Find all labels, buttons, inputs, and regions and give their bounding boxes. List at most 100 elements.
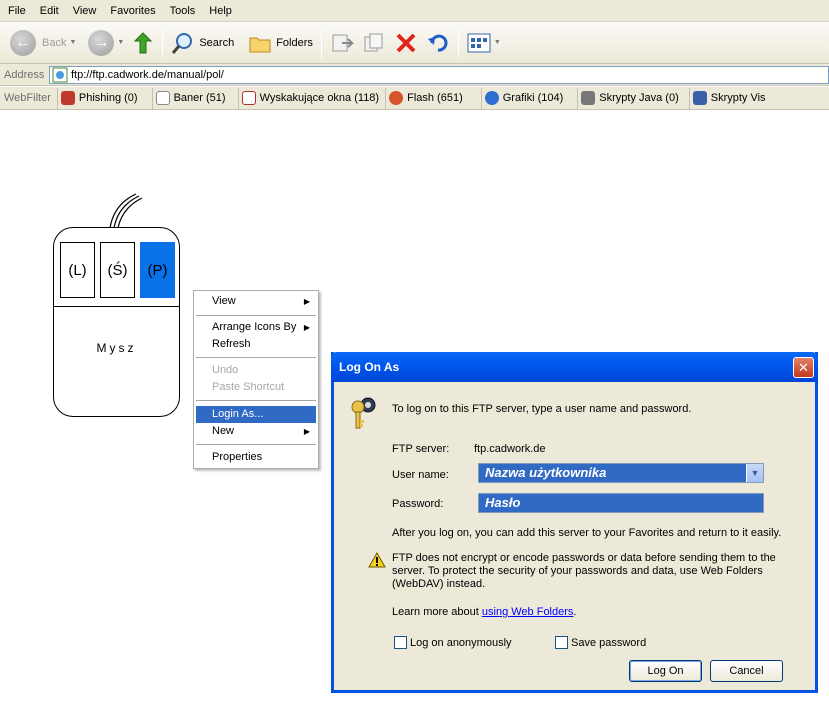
filter-java[interactable]: Skrypty Java (0) [577, 87, 684, 109]
menu-view[interactable]: View [65, 5, 103, 17]
filter-phishing[interactable]: Phishing (0) [56, 87, 144, 109]
delete-button[interactable] [390, 25, 422, 61]
close-button[interactable]: ✕ [793, 357, 814, 378]
context-menu: View ▶ Arrange Icons By ▶ Refresh Undo P… [193, 290, 319, 469]
chevron-down-icon: ▼ [493, 39, 501, 46]
shield-icon [60, 91, 75, 105]
mouse-right-button: (P) [140, 242, 175, 298]
address-input[interactable]: ftp://ftp.cadwork.de/manual/pol/ [49, 66, 829, 84]
toolbar-separator [162, 27, 164, 58]
warning-text-line1: FTP does not encrypt or encode passwords… [392, 552, 776, 564]
ctx-refresh[interactable]: Refresh [196, 336, 316, 353]
folders-icon [249, 37, 271, 52]
menu-tools[interactable]: Tools [162, 5, 202, 17]
cancel-button[interactable]: Cancel [710, 660, 783, 682]
mouse-label: Mysz [96, 341, 137, 355]
username-dropdown-button[interactable]: ▼ [746, 464, 763, 482]
close-icon: ✕ [798, 360, 809, 375]
warning-text-line3: (WebDAV) instead. [392, 578, 486, 590]
undo-button[interactable] [422, 25, 454, 61]
password-label: Password: [392, 498, 444, 510]
save-password-checkbox[interactable]: Save password [555, 636, 646, 649]
menu-file[interactable]: File [0, 5, 32, 17]
toolbar: ← Back ▼ → ▼ Search Folders ▼ [0, 22, 829, 64]
webfilter-bar: WebFilter Phishing (0) Baner (51) Wyskak… [0, 87, 829, 110]
menu-help[interactable]: Help [201, 5, 238, 17]
dialog-title: Log On As [339, 360, 400, 374]
views-icon [467, 33, 491, 52]
undo-icon [427, 34, 448, 52]
folders-button[interactable]: Folders [244, 25, 317, 61]
mouse-left-button: (L) [60, 242, 95, 298]
popup-blocked-icon [241, 91, 256, 105]
menu-bar: File Edit View Favorites Tools Help [0, 0, 829, 22]
mouse-divider [54, 306, 179, 307]
ctx-view[interactable]: View ▶ [196, 293, 316, 310]
warning-icon [368, 552, 386, 568]
chevron-down-icon: ▼ [750, 468, 760, 478]
flash-blocked-icon [389, 91, 404, 105]
mouse-diagram: (L) (Ś) (P) Mysz [53, 227, 180, 417]
ctx-paste-shortcut[interactable]: Paste Shortcut [196, 379, 316, 396]
copy-to-button[interactable] [358, 25, 390, 61]
search-button[interactable]: Search [167, 25, 238, 61]
anonymous-checkbox[interactable]: Log on anonymously [394, 636, 512, 649]
toolbar-separator [457, 27, 459, 58]
search-icon [172, 32, 193, 54]
ctx-separator [196, 357, 316, 358]
filter-images[interactable]: Grafiki (104) [480, 87, 570, 109]
up-button[interactable] [128, 25, 158, 61]
password-field[interactable]: Hasło [478, 493, 764, 513]
up-folder-icon [134, 31, 153, 53]
ctx-undo[interactable]: Undo [196, 362, 316, 379]
submenu-arrow-icon: ▶ [303, 427, 310, 436]
save-password-checkbox-box[interactable] [555, 636, 568, 649]
menu-edit[interactable]: Edit [32, 5, 65, 17]
back-arrow-icon: ← [10, 29, 36, 56]
ctx-arrange-icons[interactable]: Arrange Icons By ▶ [196, 319, 316, 336]
filter-flash[interactable]: Flash (651) [385, 87, 469, 109]
filter-popups[interactable]: Wyskakujące okna (118) [237, 87, 386, 109]
mouse-cable-icon [109, 193, 143, 229]
chevron-down-icon: ▼ [69, 39, 77, 46]
keys-icon [351, 397, 376, 429]
address-bar: Address ftp://ftp.cadwork.de/manual/pol/ [0, 64, 829, 86]
web-folders-link[interactable]: using Web Folders [482, 606, 574, 618]
ctx-new[interactable]: New ▶ [196, 423, 316, 440]
address-label: Address [4, 68, 45, 81]
submenu-arrow-icon: ▶ [303, 323, 310, 332]
log-on-button[interactable]: Log On [629, 660, 702, 682]
move-to-icon [332, 34, 354, 51]
warning-text-line2: server. To protect the security of your … [392, 565, 763, 577]
ftp-server-value: ftp.cadwork.de [474, 443, 546, 455]
username-label: User name: [392, 469, 449, 481]
ftp-server-label: FTP server: [392, 443, 450, 455]
toolbar-separator [320, 27, 322, 58]
username-field[interactable]: Nazwa użytkownika ▼ [478, 463, 764, 483]
dialog-intro: To log on to this FTP server, type a use… [392, 403, 692, 415]
shield-icon [581, 91, 596, 105]
banner-blocked-icon [155, 91, 170, 105]
shield-icon [692, 91, 707, 105]
ctx-separator [196, 444, 316, 445]
after-logon-text: After you log on, you can add this serve… [392, 527, 782, 539]
submenu-arrow-icon: ▶ [303, 297, 310, 306]
mouse-middle-button: (Ś) [100, 242, 135, 298]
back-button[interactable]: ← Back ▼ [6, 25, 80, 61]
move-to-button[interactable] [326, 25, 358, 61]
chevron-down-icon: ▼ [117, 39, 125, 46]
filter-baner[interactable]: Baner (51) [151, 87, 232, 109]
images-blocked-icon [484, 91, 499, 105]
menu-favorites[interactable]: Favorites [102, 5, 161, 17]
ctx-login-as[interactable]: Login As... [196, 406, 316, 423]
webfilter-label: WebFilter [4, 92, 51, 104]
ctx-properties[interactable]: Properties [196, 449, 316, 466]
dialog-title-bar[interactable]: Log On As ✕ [331, 352, 818, 382]
forward-arrow-icon: → [88, 29, 115, 56]
ftp-icon [52, 67, 68, 83]
forward-button[interactable]: → ▼ [84, 25, 128, 61]
ctx-separator [196, 400, 316, 401]
views-button[interactable]: ▼ [463, 25, 505, 61]
anonymous-checkbox-box[interactable] [394, 636, 407, 649]
filter-vbscript[interactable]: Skrypty Vis [688, 87, 772, 109]
